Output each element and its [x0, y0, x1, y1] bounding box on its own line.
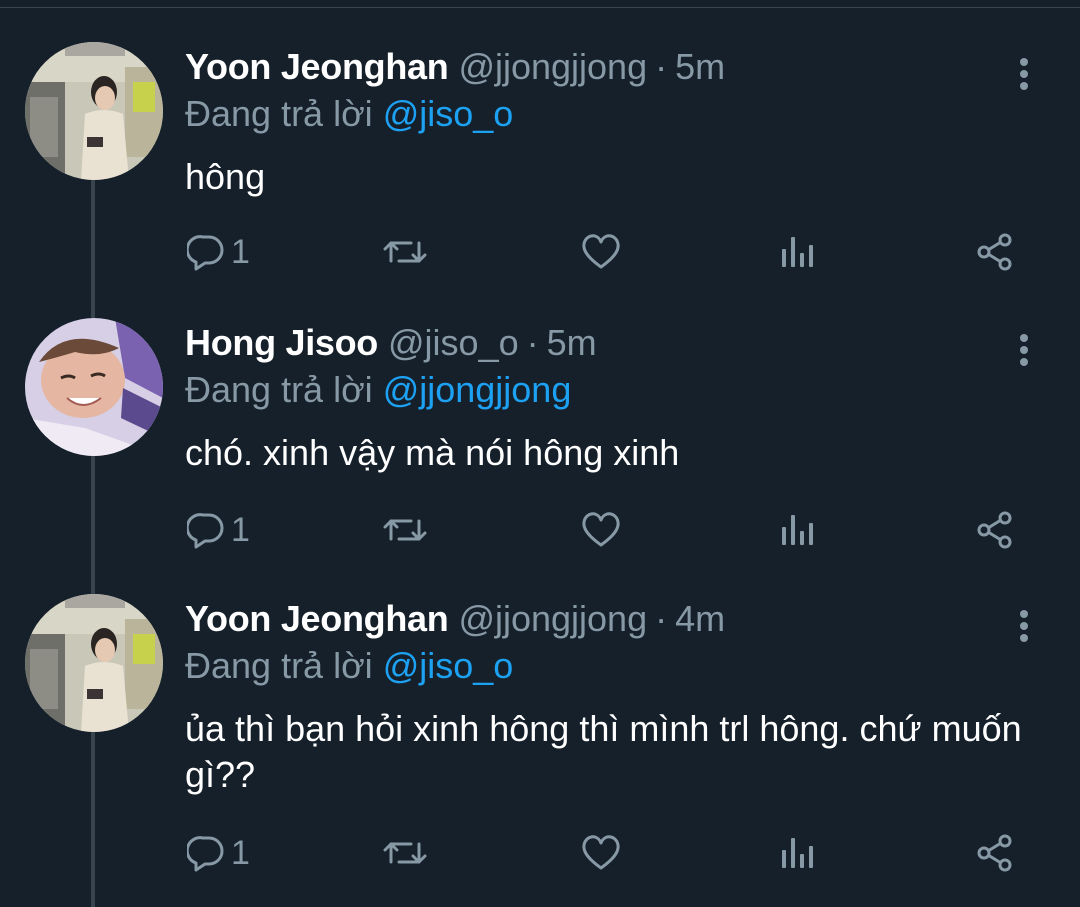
- tweet-header: Yoon Jeonghan @jjongjjong · 5m: [185, 42, 725, 92]
- heart-icon: [582, 835, 620, 870]
- action-bar: 1: [185, 228, 1025, 276]
- reply-button[interactable]: 1: [187, 506, 250, 554]
- display-name[interactable]: Hong Jisoo: [185, 322, 378, 364]
- analytics-button[interactable]: [779, 228, 815, 276]
- reply-button[interactable]: 1: [187, 228, 250, 276]
- share-icon: [977, 834, 1012, 872]
- like-button[interactable]: [581, 829, 621, 877]
- reply-mention[interactable]: @jiso_o: [383, 645, 514, 687]
- retweet-icon: [383, 842, 427, 864]
- share-button[interactable]: [975, 228, 1015, 276]
- reply-button[interactable]: 1: [187, 829, 250, 877]
- tweet[interactable]: Yoon Jeonghan @jjongjjong · 4m Đang trả …: [0, 594, 1080, 907]
- separator-dot: ·: [655, 598, 668, 639]
- comment-icon: [187, 836, 224, 872]
- action-bar: 1: [185, 829, 1025, 877]
- tweet-text: chó. xinh vậy mà nói hông xinh: [185, 432, 680, 473]
- more-options-icon[interactable]: [1012, 332, 1036, 368]
- user-handle[interactable]: @jiso_o: [388, 322, 519, 364]
- heart-icon: [582, 512, 620, 547]
- tweet-header: Hong Jisoo @jiso_o · 5m: [185, 318, 597, 368]
- analytics-button[interactable]: [779, 829, 815, 877]
- reply-mention[interactable]: @jiso_o: [383, 93, 514, 135]
- user-handle[interactable]: @jjongjjong: [458, 46, 647, 88]
- reply-context: Đang trả lời @jjongjjong: [185, 366, 571, 414]
- reply-context: Đang trả lời @jiso_o: [185, 90, 513, 138]
- thread-page: Yoon Jeonghan @jjongjjong · 5m Đang trả …: [0, 0, 1080, 907]
- tweet-header: Yoon Jeonghan @jjongjjong · 4m: [185, 594, 725, 644]
- profile-photo: [25, 594, 163, 732]
- avatar[interactable]: [25, 318, 163, 456]
- retweet-icon: [383, 519, 427, 541]
- share-icon: [977, 511, 1012, 549]
- analytics-icon: [782, 237, 813, 267]
- reply-context: Đang trả lời @jiso_o: [185, 642, 513, 690]
- action-bar: 1: [185, 506, 1025, 554]
- retweet-button[interactable]: [383, 506, 427, 554]
- retweet-button[interactable]: [383, 829, 427, 877]
- display-name[interactable]: Yoon Jeonghan: [185, 598, 449, 640]
- heart-icon: [582, 234, 620, 269]
- comment-icon: [187, 235, 224, 271]
- more-options-icon[interactable]: [1012, 608, 1036, 644]
- analytics-button[interactable]: [779, 506, 815, 554]
- tweet[interactable]: Hong Jisoo @jiso_o · 5m Đang trả lời @jj…: [0, 318, 1080, 568]
- user-handle[interactable]: @jjongjjong: [458, 598, 647, 640]
- separator-dot: ·: [526, 322, 539, 363]
- profile-photo: [25, 318, 163, 456]
- analytics-icon: [782, 838, 813, 868]
- like-button[interactable]: [581, 506, 621, 554]
- reply-count: 1: [231, 833, 250, 872]
- avatar[interactable]: [25, 42, 163, 180]
- share-button[interactable]: [975, 506, 1015, 554]
- top-divider: [0, 7, 1080, 8]
- comment-icon: [187, 513, 224, 549]
- retweet-button[interactable]: [383, 228, 427, 276]
- analytics-icon: [782, 515, 813, 545]
- profile-photo: [25, 42, 163, 180]
- share-icon: [977, 233, 1012, 271]
- reply-mention[interactable]: @jjongjjong: [383, 369, 572, 411]
- display-name[interactable]: Yoon Jeonghan: [185, 46, 449, 88]
- reply-prefix: Đang trả lời: [185, 369, 373, 410]
- reply-prefix: Đang trả lời: [185, 93, 373, 134]
- reply-prefix: Đang trả lời: [185, 645, 373, 686]
- like-button[interactable]: [581, 228, 621, 276]
- reply-count: 1: [231, 510, 250, 549]
- tweet-text: ủa thì bạn hỏi xinh hông thì mình trl hô…: [185, 708, 1022, 795]
- more-options-icon[interactable]: [1012, 56, 1036, 92]
- reply-count: 1: [231, 232, 250, 271]
- timestamp[interactable]: 5m: [675, 46, 725, 88]
- separator-dot: ·: [655, 46, 668, 87]
- timestamp[interactable]: 5m: [547, 322, 597, 364]
- timestamp[interactable]: 4m: [675, 598, 725, 640]
- retweet-icon: [383, 241, 427, 263]
- share-button[interactable]: [975, 829, 1015, 877]
- tweet-text: hông: [185, 156, 266, 197]
- avatar[interactable]: [25, 594, 163, 732]
- tweet[interactable]: Yoon Jeonghan @jjongjjong · 5m Đang trả …: [0, 42, 1080, 292]
